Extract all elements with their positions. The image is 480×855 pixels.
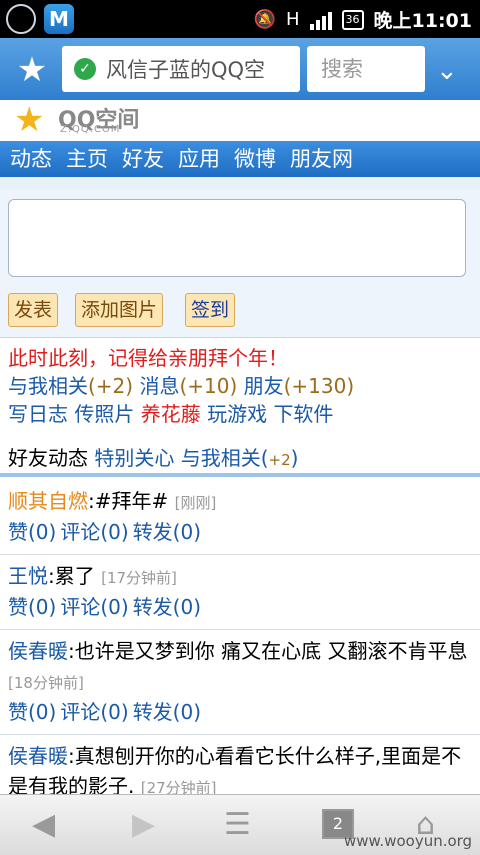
post-time: [17分钟前] [101,569,177,587]
logo-subtext: Z.QQ.COM [60,124,121,135]
network-type: H [285,9,300,30]
add-image-button[interactable]: 添加图片 [75,293,164,327]
messages-link[interactable]: 消息 [139,374,179,398]
address-bar[interactable]: ✓ 风信子蓝的QQ空 [62,46,300,92]
nav-item-weibo[interactable]: 微博 [234,141,276,177]
like-link[interactable]: 赞(0) [8,700,56,724]
post-time: [刚刚] [174,494,217,512]
page-title: 风信子蓝的QQ空 [106,58,266,82]
feed-header: 好友动态 特别关心 与我相关(+2) [0,444,480,474]
friends-link[interactable]: 朋友 [244,374,284,398]
feed-title: 好友动态 [8,446,88,470]
m-app-icon: M [44,4,74,34]
special-link[interactable]: 特别关心 [94,446,174,470]
friends-count: (+130) [283,374,355,398]
comment-link[interactable]: 评论(0) [60,520,128,544]
comment-link[interactable]: 评论(0) [60,700,128,724]
holiday-notice: 此时此刻，记得给亲朋拜个年！ [8,346,288,370]
author-name[interactable]: 王悦 [8,564,48,588]
nav-item-pengyou[interactable]: 朋友网 [290,141,353,177]
nav-item-home[interactable]: 主页 [66,141,108,177]
quick-links: 此时此刻，记得给亲朋拜个年！ 与我相关(+2) 消息(+10) 朋友(+130)… [0,338,480,428]
feed-item: 顺其自燃:#拜年# [刚刚] 赞(0) 评论(0) 转发(0) [0,480,480,555]
search-input[interactable]: 搜索 [307,46,425,92]
flower-link[interactable]: 养花藤 [141,402,201,426]
post-text: :#拜年# [88,489,169,513]
feed-related-link[interactable]: 与我相关( [181,446,269,470]
feed-item: 王悦:累了 [17分钟前] 赞(0) 评论(0) 转发(0) [0,555,480,630]
post-composer: 发表 添加图片 签到 [0,189,480,338]
post-text: :也许是又梦到你 痛又在心底 又翻滚不肯平息 [68,639,468,663]
game-link[interactable]: 玩游戏 [207,402,267,426]
post-time: [18分钟前] [8,674,84,692]
related-count: (+2) [88,374,134,398]
photo-link[interactable]: 传照片 [74,402,134,426]
download-link[interactable]: 下软件 [273,402,333,426]
author-name[interactable]: 侯春暖 [8,744,68,768]
shield-icon: ✓ [74,58,96,80]
bookmark-star-icon[interactable]: ★ [14,52,50,88]
sign-in-button[interactable]: 签到 [185,293,236,327]
forward-link[interactable]: 转发(0) [133,595,201,619]
star-logo-icon: ★ [14,100,45,140]
browser-toolbar: ★ ✓ 风信子蓝的QQ空 搜索 ⌄ [0,38,480,100]
watermark: www.wooyun.org [344,832,473,850]
post-textarea[interactable] [8,199,466,277]
forward-link[interactable]: 转发(0) [133,700,201,724]
related-link[interactable]: 与我相关 [8,374,88,398]
comment-link[interactable]: 评论(0) [60,595,128,619]
battery-icon: 36 [341,9,364,30]
feed-list: 顺其自燃:#拜年# [刚刚] 赞(0) 评论(0) 转发(0) 王悦:累了 [17分… [0,480,480,812]
post-text: :真想刨开你的心看看它长什么样子,里面是不是有我的影子. [8,744,462,798]
messages-count: (+10) [179,374,238,398]
forward-link[interactable]: 转发(0) [133,520,201,544]
diary-link[interactable]: 写日志 [8,402,68,426]
nav-item-friends[interactable]: 好友 [122,141,164,177]
back-icon[interactable]: ◀ [32,807,55,843]
like-link[interactable]: 赞(0) [8,595,56,619]
feed-related-count: +2 [268,451,291,469]
status-bar: M 🔕 H 36 晚上11:01 [0,0,480,38]
signal-icon [309,10,332,30]
publish-button[interactable]: 发表 [8,293,59,327]
main-nav: 动态 主页 好友 应用 微博 朋友网 [0,141,480,177]
nav-item-apps[interactable]: 应用 [178,141,220,177]
feed-divider [0,473,480,477]
nav-divider [0,177,480,189]
forward-icon[interactable]: ▶ [132,807,155,843]
chevron-down-icon[interactable]: ⌄ [436,56,458,86]
nav-item-feed[interactable]: 动态 [10,141,52,177]
feed-related-close: ) [290,446,299,470]
like-link[interactable]: 赞(0) [8,520,56,544]
author-name[interactable]: 侯春暖 [8,639,68,663]
post-text: :累了 [48,564,95,588]
mute-icon: 🔕 [253,9,276,30]
clock: 晚上11:01 [373,10,472,32]
author-name[interactable]: 顺其自燃 [8,489,88,513]
menu-list-icon[interactable]: ☰ [224,807,251,843]
qzone-logo: ★ QQ空间 Z.QQ.COM [0,100,480,140]
cloud-app-icon [6,4,36,34]
feed-item: 侯春暖:也许是又梦到你 痛又在心底 又翻滚不肯平息 [18分钟前] 赞(0) 评论… [0,630,480,735]
